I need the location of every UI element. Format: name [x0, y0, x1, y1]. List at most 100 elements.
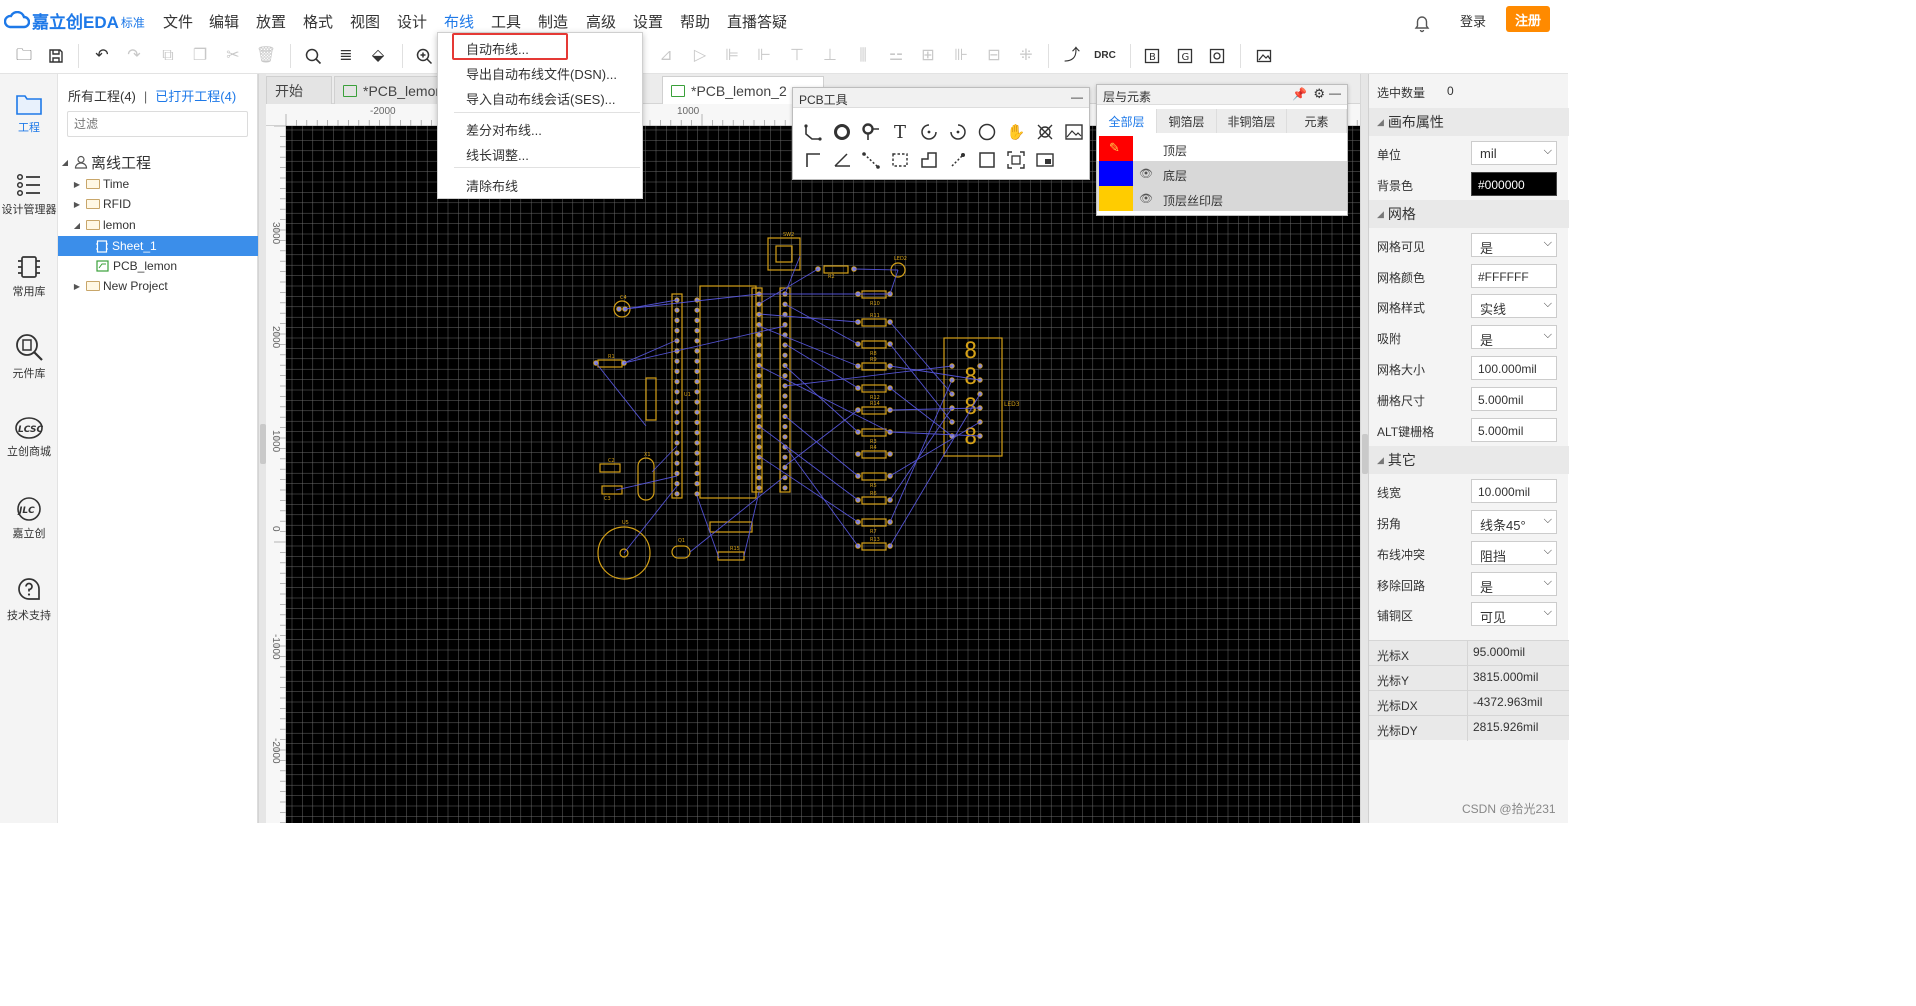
distribute-h-icon[interactable]: ⫼: [853, 46, 873, 66]
tree-item-sheet-selected[interactable]: Sheet_1: [58, 236, 258, 256]
via-icon[interactable]: [859, 120, 883, 144]
tree-item-new-project[interactable]: ▶ New Project: [72, 276, 168, 296]
tab-all-projects[interactable]: 所有工程(4): [68, 89, 136, 104]
photo-icon[interactable]: [1207, 46, 1227, 66]
menu-format[interactable]: 格式: [303, 11, 333, 32]
undo-icon[interactable]: ↶: [92, 46, 112, 66]
section-grid[interactable]: ◢ 网格: [1369, 200, 1569, 228]
section-other[interactable]: ◢ 其它: [1369, 446, 1569, 474]
image-icon[interactable]: [1254, 46, 1274, 66]
filter-input[interactable]: [67, 111, 248, 137]
layer-row-top-silk[interactable]: 👁 顶层丝印层: [1097, 186, 1347, 211]
tab-elements[interactable]: 元素: [1287, 109, 1347, 133]
eye-icon[interactable]: 👁: [1139, 167, 1153, 180]
fit-select-icon[interactable]: [1004, 148, 1028, 172]
nav-common-lib[interactable]: 常用库: [0, 254, 58, 299]
expand-icon[interactable]: ▶: [72, 200, 82, 209]
menu-tools[interactable]: 工具: [491, 11, 521, 32]
alt-snap-input[interactable]: 5.000mil: [1471, 418, 1557, 442]
align-left-icon[interactable]: ⊿: [656, 46, 676, 66]
snap-size-input[interactable]: 5.000mil: [1471, 387, 1557, 411]
align-right-icon[interactable]: ⊫: [722, 46, 742, 66]
menu-file[interactable]: 文件: [163, 11, 193, 32]
tab-start[interactable]: 开始: [266, 76, 332, 104]
menu-view[interactable]: 视图: [350, 11, 380, 32]
nav-jlc[interactable]: JLC 嘉立创: [0, 496, 58, 541]
route-icon[interactable]: ⤴: [1062, 46, 1082, 66]
distribute-v-icon[interactable]: ⚍: [886, 46, 906, 66]
menu-fabrication[interactable]: 制造: [538, 11, 568, 32]
dimension-icon[interactable]: [859, 148, 883, 172]
layer-row-top[interactable]: ✎ 顶层: [1097, 136, 1347, 161]
menu-place[interactable]: 放置: [256, 11, 286, 32]
grid-style-select[interactable]: 实线 ⌵: [1471, 294, 1557, 318]
copper-area-icon[interactable]: [1033, 120, 1057, 144]
collapse-icon[interactable]: ◢: [72, 221, 82, 230]
menu-settings[interactable]: 设置: [633, 11, 663, 32]
tab-all-layers[interactable]: 全部层: [1097, 109, 1157, 133]
login-link[interactable]: 登录: [1460, 11, 1486, 30]
delete-icon[interactable]: 🗑: [256, 46, 276, 66]
collapse-icon[interactable]: ◢: [60, 158, 70, 167]
layer-color-swatch[interactable]: [1099, 161, 1133, 186]
gear-icon[interactable]: ⚙: [1313, 86, 1325, 102]
tree-root[interactable]: ◢ 离线工程: [58, 152, 151, 172]
board-icon[interactable]: [1033, 148, 1057, 172]
tree-item-rfid[interactable]: ▶ RFID: [72, 194, 131, 214]
snap-select[interactable]: 是 ⌵: [1471, 325, 1557, 349]
tree-item-lemon[interactable]: ◢ lemon: [72, 215, 136, 235]
align-grid-icon[interactable]: ⊞: [918, 46, 938, 66]
arc-icon[interactable]: [917, 120, 941, 144]
pcb-tools-title-bar[interactable]: PCB工具 —: [793, 88, 1089, 108]
pcb-tools-panel[interactable]: PCB工具 — T ✋: [792, 87, 1090, 180]
section-canvas-properties[interactable]: ◢ 画布属性: [1369, 108, 1569, 136]
menu-item-auto-route[interactable]: 自动布线...: [466, 39, 529, 58]
register-button[interactable]: 注册: [1506, 6, 1550, 32]
track-icon[interactable]: [801, 120, 825, 144]
remove-loop-select[interactable]: 是 ⌵: [1471, 572, 1557, 596]
save-icon[interactable]: [46, 46, 66, 66]
menu-design[interactable]: 设计: [397, 11, 427, 32]
drc-button[interactable]: DRC: [1094, 46, 1116, 66]
arc-ccw-icon[interactable]: [946, 120, 970, 144]
tab-copper-layers[interactable]: 铜箔层: [1157, 109, 1217, 133]
corner-select[interactable]: 线条45° ⌵: [1471, 510, 1557, 534]
layers-title-bar[interactable]: 层与元素 📌 ⚙ —: [1097, 85, 1347, 105]
cut-icon[interactable]: ✂: [223, 46, 243, 66]
app-logo[interactable]: 嘉立创EDA 标准: [4, 8, 145, 32]
align-top-icon[interactable]: ⊩: [754, 46, 774, 66]
pan-icon[interactable]: ✋: [1004, 120, 1028, 144]
nav-lcsc-mall[interactable]: LCSC 立创商城: [0, 416, 58, 459]
hole-icon[interactable]: [946, 148, 970, 172]
conflict-select[interactable]: 阻挡 ⌵: [1471, 541, 1557, 565]
nav-component-lib[interactable]: 元件库: [0, 332, 58, 381]
open-icon[interactable]: 🗀: [14, 46, 34, 66]
line-width-input[interactable]: 10.000mil: [1471, 479, 1557, 503]
menu-help[interactable]: 帮助: [680, 11, 710, 32]
pcb-canvas[interactable]: SW2 LED2 C4 R1 C2 C3 X1 U5 Q1 R15 R2 U1 R10 R11 R8 R9 R1…: [286, 126, 1360, 823]
b-icon[interactable]: B: [1142, 46, 1162, 66]
duplicate-icon[interactable]: ❐: [190, 46, 210, 66]
left-splitter[interactable]: [258, 74, 266, 823]
tab-open-projects[interactable]: 已打开工程(4): [155, 89, 236, 104]
splitter-handle[interactable]: [1362, 434, 1368, 474]
bell-icon[interactable]: [1412, 13, 1432, 33]
expand-icon[interactable]: ▶: [72, 282, 82, 291]
grid-size-input[interactable]: 100.000mil: [1471, 356, 1557, 380]
redo-icon[interactable]: ↷: [124, 46, 144, 66]
tree-item-time[interactable]: ▶ Time: [72, 174, 129, 194]
image-icon[interactable]: [1062, 120, 1086, 144]
copy-icon[interactable]: ⧉: [158, 46, 178, 66]
group-icon[interactable]: ⁜: [1016, 46, 1036, 66]
menu-item-clear-route[interactable]: 清除布线: [466, 176, 518, 195]
menu-item-diff-pair[interactable]: 差分对布线...: [466, 120, 542, 139]
rect-icon[interactable]: [975, 148, 999, 172]
nav-project[interactable]: 工程: [0, 92, 58, 135]
copper-area-select[interactable]: 可见 ⌵: [1471, 602, 1557, 626]
right-splitter[interactable]: [1361, 74, 1369, 823]
zoom-in-icon[interactable]: [414, 46, 434, 66]
g-icon[interactable]: G: [1175, 46, 1195, 66]
nav-tech-support[interactable]: 技术支持: [0, 576, 58, 623]
unit-select[interactable]: mil ⌵: [1471, 141, 1557, 165]
minimize-icon[interactable]: —: [1071, 90, 1083, 104]
